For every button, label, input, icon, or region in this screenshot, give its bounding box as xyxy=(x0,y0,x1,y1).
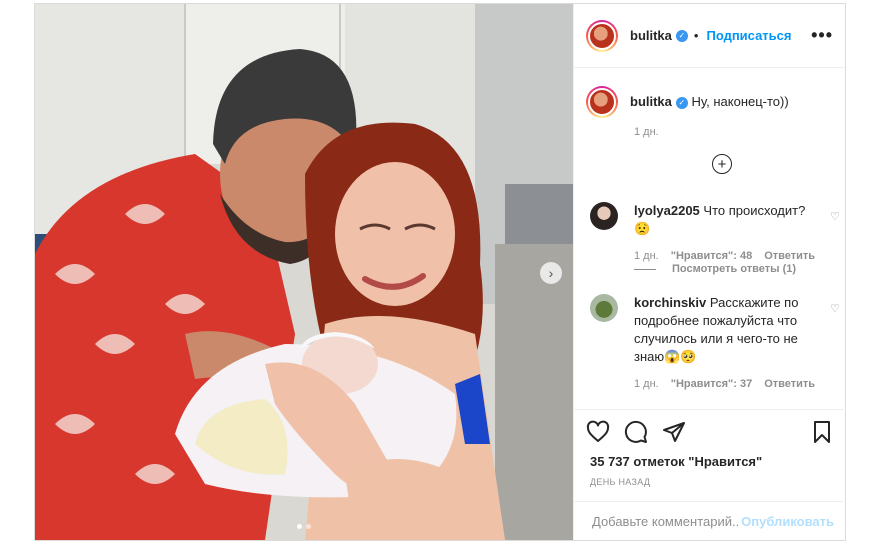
share-icon[interactable] xyxy=(662,420,686,444)
more-icon[interactable]: ••• xyxy=(811,25,833,46)
commenter-avatar[interactable] xyxy=(590,294,618,322)
plus-circle-icon[interactable]: + xyxy=(712,154,732,174)
caption-time: 1 дн. xyxy=(634,126,659,138)
caption-avatar[interactable] xyxy=(586,86,618,118)
comment-item: lyolya2205 Что происходит? 😟 1 дн. "Нрав… xyxy=(590,202,840,262)
separator-bullet: • xyxy=(693,28,699,43)
divider xyxy=(634,268,656,270)
carousel-dot xyxy=(306,524,311,529)
comment-time[interactable]: 1 дн. xyxy=(634,378,659,390)
comment-item: korchinskiv Расскажите по подробнее пожа… xyxy=(590,294,840,390)
carousel-indicator xyxy=(297,524,311,529)
instagram-post: › bulitka ✓ • Подписаться ••• bulitka ✓ Н… xyxy=(34,3,846,541)
likes-count[interactable]: 35 737 отметок "Нравится" xyxy=(590,454,846,469)
caption-text: Ну, наконец-то)) xyxy=(691,94,789,109)
heart-icon[interactable] xyxy=(586,420,610,444)
comment-heart-icon[interactable]: ♡ xyxy=(830,210,840,223)
carousel-next-button[interactable]: › xyxy=(540,262,562,284)
post-header: bulitka ✓ • Подписаться ••• xyxy=(574,4,845,68)
reply-button[interactable]: Ответить xyxy=(764,250,815,262)
post-caption: bulitka ✓ Ну, наконец-то)) 1 дн. xyxy=(586,86,836,138)
post-photo[interactable]: › xyxy=(35,4,573,540)
author-username[interactable]: bulitka xyxy=(630,28,672,43)
post-date[interactable]: ДЕНЬ НАЗАД xyxy=(590,477,846,487)
verified-badge-icon: ✓ xyxy=(675,97,688,109)
comment-username[interactable]: korchinskiv xyxy=(634,295,706,310)
add-comment-bar: Опубликовать xyxy=(574,501,846,541)
comment-input[interactable] xyxy=(590,513,742,530)
carousel-dot-active xyxy=(297,524,302,529)
avatar[interactable] xyxy=(586,19,618,52)
comment-likes[interactable]: "Нравится": 37 xyxy=(671,378,752,390)
bookmark-icon[interactable] xyxy=(810,420,834,444)
comment-icon[interactable] xyxy=(624,420,648,444)
chevron-right-icon: › xyxy=(548,265,554,281)
follow-button[interactable]: Подписаться xyxy=(706,28,791,43)
post-sidebar: bulitka ✓ • Подписаться ••• bulitka ✓ Ну,… xyxy=(573,4,846,541)
reply-button[interactable]: Ответить xyxy=(764,378,815,390)
comment-heart-icon[interactable]: ♡ xyxy=(830,302,840,315)
verified-badge-icon: ✓ xyxy=(675,29,688,42)
post-actions: 35 737 отметок "Нравится" ДЕНЬ НАЗАД Опу… xyxy=(574,409,846,541)
photo-illustration xyxy=(35,4,573,540)
caption-username[interactable]: bulitka xyxy=(630,94,672,109)
publish-button[interactable]: Опубликовать xyxy=(741,514,834,529)
commenter-avatar[interactable] xyxy=(590,202,618,230)
comment-likes[interactable]: "Нравится": 48 xyxy=(671,250,752,262)
view-replies-button[interactable]: Посмотреть ответы (1) xyxy=(634,263,796,275)
comment-username[interactable]: lyolya2205 xyxy=(634,203,700,218)
comment-time[interactable]: 1 дн. xyxy=(634,250,659,262)
